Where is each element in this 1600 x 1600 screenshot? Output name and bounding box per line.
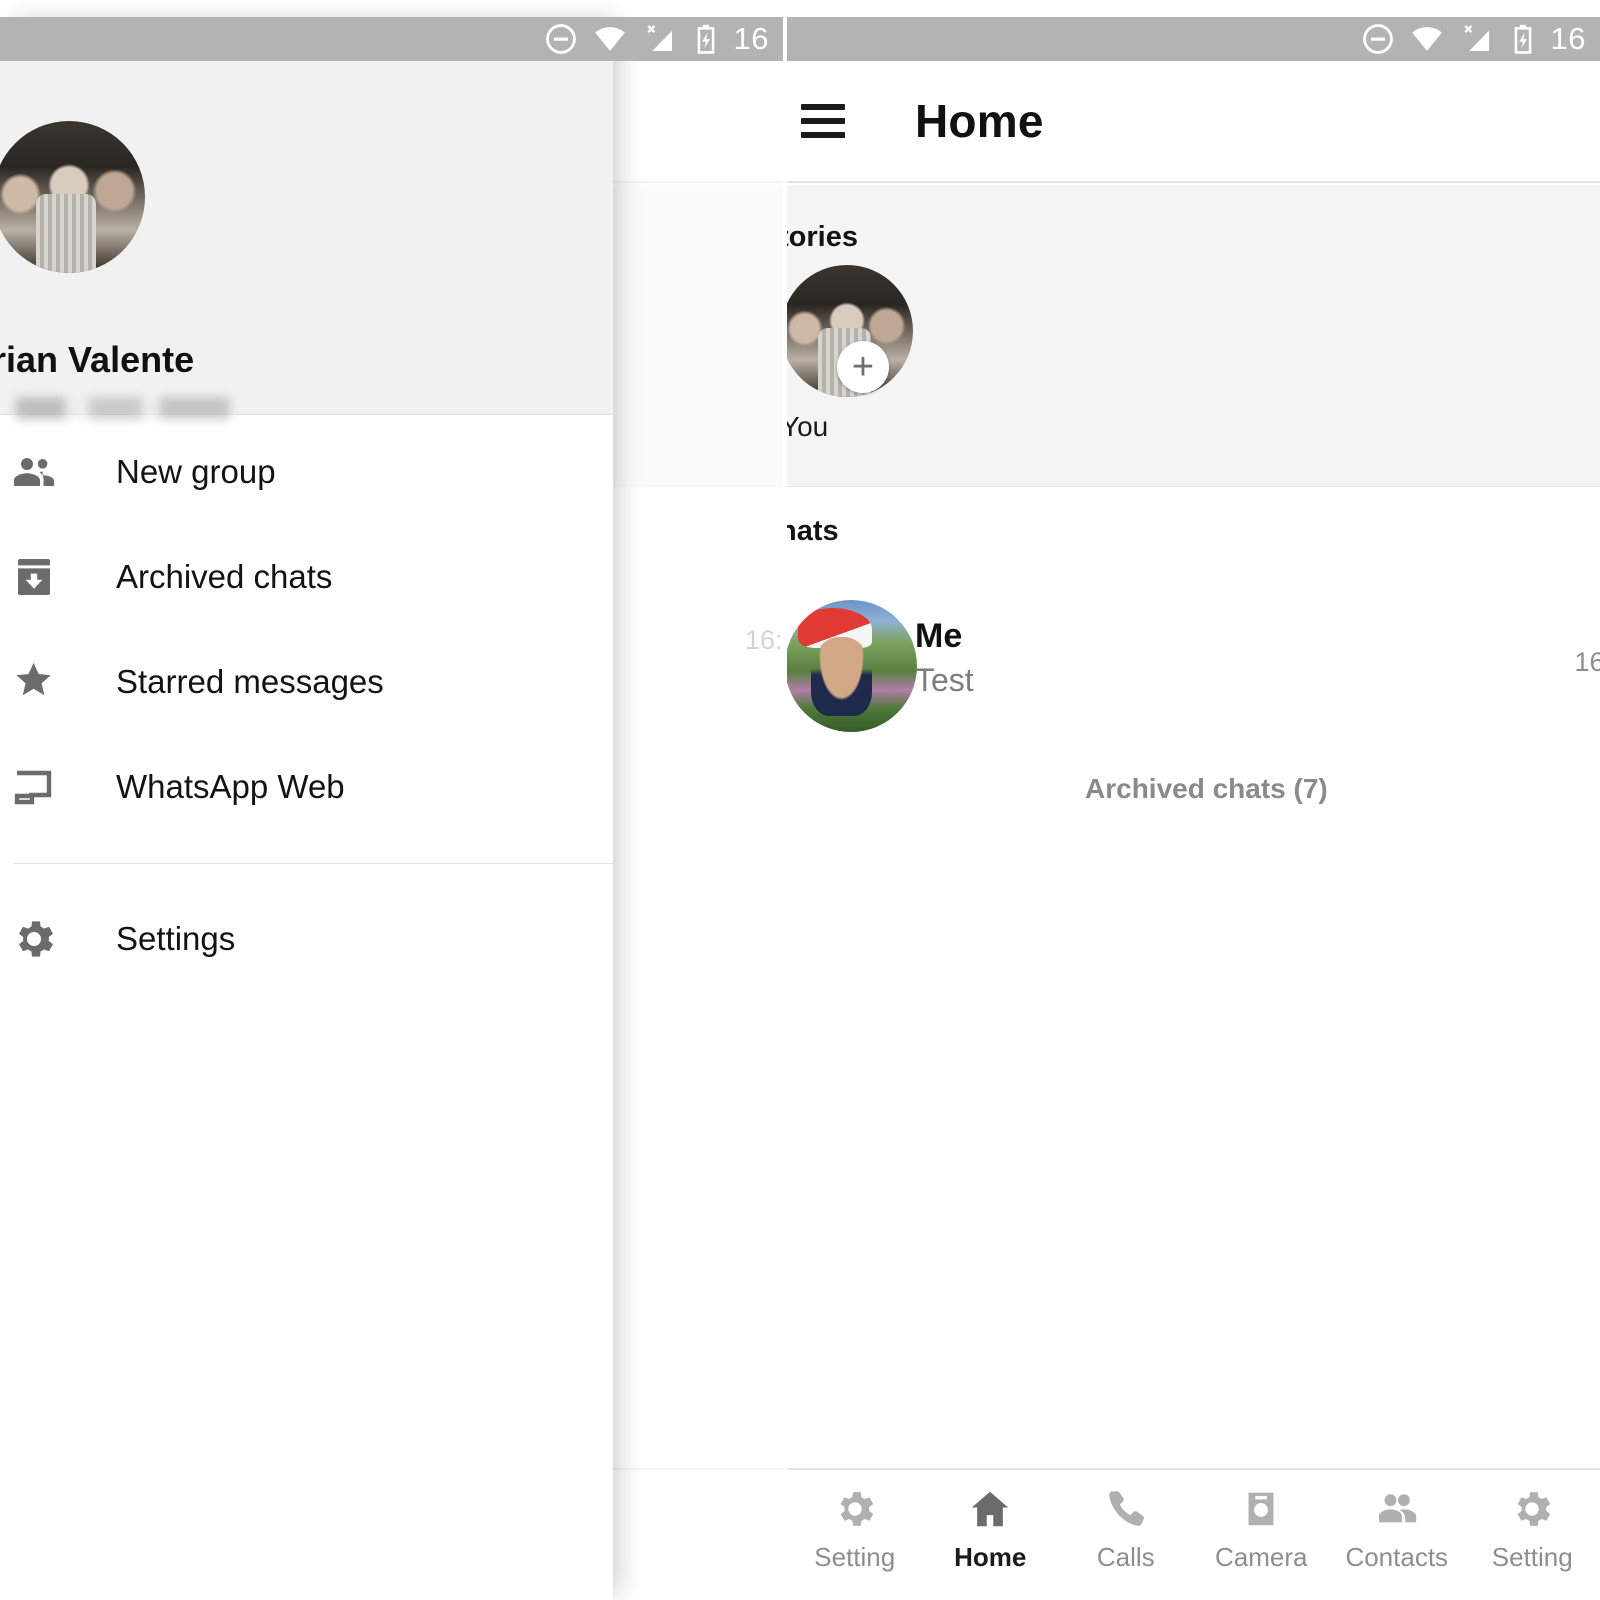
drawer-item-new-group[interactable]: New group: [0, 419, 613, 524]
nav-item-contacts[interactable]: Contacts: [1329, 1486, 1465, 1573]
nav-label: Contacts: [1345, 1542, 1449, 1572]
profile-avatar[interactable]: [0, 121, 145, 273]
camera-icon: [1248, 1492, 1274, 1526]
gear-icon: [840, 1492, 873, 1526]
drawer-profile-header[interactable]: rian Valente: [0, 61, 613, 419]
nav-label: Home: [954, 1542, 1027, 1572]
status-time: 16: [733, 21, 769, 56]
gear-icon: [1517, 1492, 1551, 1526]
archive-box-icon: [18, 558, 50, 595]
chat-row-time: 16:: [1574, 647, 1600, 677]
dnd-icon: [545, 24, 576, 54]
battery-charging-icon: [1514, 24, 1531, 54]
gear-icon: [19, 920, 53, 957]
nav-item-home[interactable]: Home: [923, 1486, 1059, 1573]
battery-charging-icon: [697, 24, 714, 54]
nav-item-setting-left[interactable]: Setting: [787, 1486, 923, 1573]
chat-row[interactable]: 16: Me Test 16:: [787, 591, 1600, 741]
drawer-item-archived-chats[interactable]: Archived chats: [0, 524, 613, 629]
drawer-item-starred-messages[interactable]: Starred messages: [0, 629, 613, 734]
stories-heading: tories: [787, 221, 858, 253]
nav-item-setting-right[interactable]: Setting: [1465, 1486, 1600, 1573]
nav-label: Calls: [1096, 1542, 1155, 1572]
profile-phone-redacted: [16, 397, 230, 419]
navigation-drawer: rian Valente New group Archived chats St…: [0, 17, 613, 1600]
phone-icon: [1108, 1491, 1144, 1526]
dnd-icon: [1362, 24, 1393, 54]
home-icon: [972, 1491, 1009, 1527]
right-status-bar: 16: [787, 17, 1600, 61]
drawer-item-label: Settings: [116, 919, 236, 957]
drawer-item-label: WhatsApp Web: [116, 767, 345, 805]
drawer-item-label: New group: [116, 452, 276, 490]
drawer-item-label: Archived chats: [116, 557, 333, 595]
home-screen: Home tories + You hats 16:: [787, 61, 1600, 1600]
story-label: You: [787, 411, 829, 442]
app-bar: Home: [787, 61, 1600, 183]
add-story-button[interactable]: +: [837, 341, 889, 393]
people-group-icon: [14, 457, 54, 486]
drawer-item-whatsapp-web[interactable]: WhatsApp Web: [0, 734, 613, 839]
bottom-nav: Setting Home Calls Camera Contacts Setti…: [787, 1468, 1600, 1600]
wifi-icon: [594, 27, 625, 52]
no-sim-signal-icon: [1463, 25, 1489, 52]
hamburger-icon[interactable]: [801, 104, 845, 138]
chat-name: Me: [915, 617, 963, 655]
profile-name: rian Valente: [0, 339, 195, 380]
no-sim-signal-icon: [646, 25, 672, 52]
drawer-item-label: Starred messages: [116, 662, 384, 700]
nav-label: Setting: [814, 1542, 896, 1572]
plus-icon: +: [851, 346, 875, 388]
nav-label: Camera: [1215, 1542, 1308, 1572]
drawer-item-settings[interactable]: Settings: [0, 886, 613, 991]
stories-section: tories + You: [787, 185, 1600, 487]
story-item-you[interactable]: + You: [787, 265, 921, 443]
wifi-icon: [1411, 27, 1442, 52]
archived-chats-link[interactable]: Archived chats (7): [1085, 773, 1328, 805]
nav-item-calls[interactable]: Calls: [1058, 1486, 1194, 1573]
chats-heading: hats: [787, 515, 839, 547]
contacts-icon: [1378, 1494, 1416, 1523]
drawer-divider: [14, 863, 613, 864]
drawer-menu-list: New group Archived chats Starred message…: [0, 419, 613, 991]
right-phone-screen: 16 Home tories + You: [787, 0, 1600, 1600]
screenshot-root: 16: Setting rian Valente: [0, 0, 1600, 1600]
nav-item-camera[interactable]: Camera: [1194, 1486, 1330, 1573]
left-phone-screen: 16: Setting rian Valente: [0, 0, 783, 1600]
chat-avatar[interactable]: [787, 600, 917, 732]
nav-label: Setting: [1491, 1542, 1573, 1572]
star-icon: [16, 662, 51, 695]
page-title: Home: [915, 95, 1044, 147]
chat-snippet: Test: [915, 662, 974, 698]
left-status-bar: 16: [0, 17, 783, 61]
status-time: 16: [1550, 21, 1586, 56]
laptop-web-icon: [14, 770, 52, 804]
